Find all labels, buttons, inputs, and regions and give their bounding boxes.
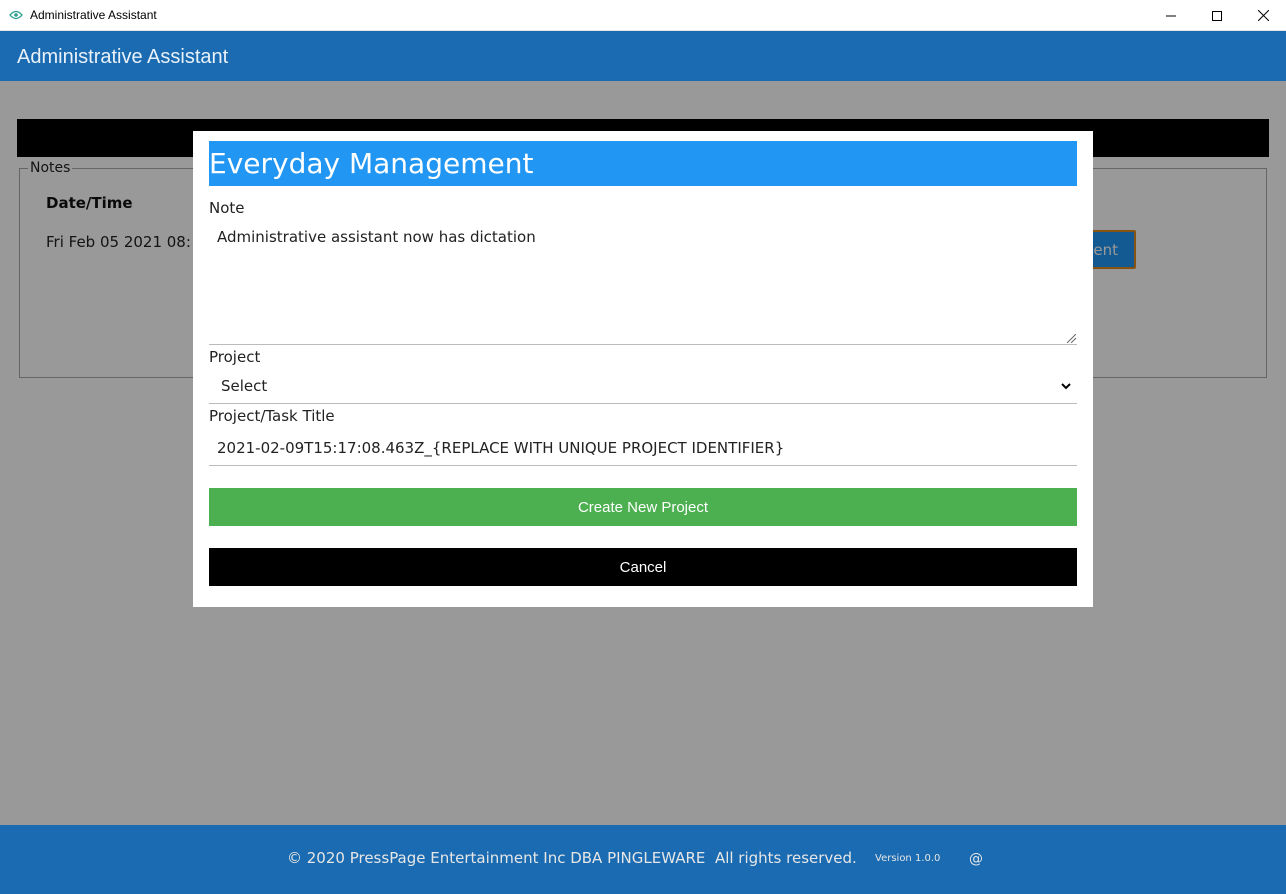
- minimize-icon: [1166, 15, 1176, 16]
- close-window-button[interactable]: [1240, 0, 1286, 31]
- project-select-value: Select: [221, 377, 268, 395]
- chevron-down-icon: [1061, 383, 1071, 390]
- minimize-button[interactable]: [1148, 0, 1194, 31]
- at-link[interactable]: @: [969, 851, 983, 867]
- close-icon: [1257, 10, 1269, 21]
- app-title: Administrative Assistant: [17, 46, 229, 68]
- version-text: Version 1.0.0: [875, 853, 941, 864]
- project-modal: Everyday Management Note Administrative …: [193, 131, 1093, 607]
- maximize-icon: [1212, 10, 1222, 21]
- window-titlebar: Administrative Assistant: [0, 0, 1286, 31]
- app-header: Administrative Assistant: [0, 31, 1286, 81]
- maximize-button[interactable]: [1194, 0, 1240, 31]
- footer: © 2020 PressPage Entertainment Inc DBA P…: [0, 825, 1286, 894]
- task-title-input[interactable]: [209, 430, 1077, 466]
- modal-title: Everyday Management: [209, 141, 1077, 186]
- app-icon: [9, 10, 23, 20]
- task-title-label: Project/Task Title: [209, 407, 335, 425]
- note-label: Note: [209, 199, 245, 217]
- window-title: Administrative Assistant: [30, 8, 157, 22]
- project-select[interactable]: Select: [209, 371, 1077, 404]
- create-new-project-button[interactable]: Create New Project: [209, 488, 1077, 526]
- cancel-button[interactable]: Cancel: [209, 548, 1077, 586]
- note-textarea[interactable]: Administrative assistant now has dictati…: [209, 222, 1077, 345]
- resize-grip-icon[interactable]: [1067, 334, 1076, 343]
- project-label: Project: [209, 348, 261, 366]
- copyright-text: © 2020 PressPage Entertainment Inc DBA P…: [287, 849, 857, 867]
